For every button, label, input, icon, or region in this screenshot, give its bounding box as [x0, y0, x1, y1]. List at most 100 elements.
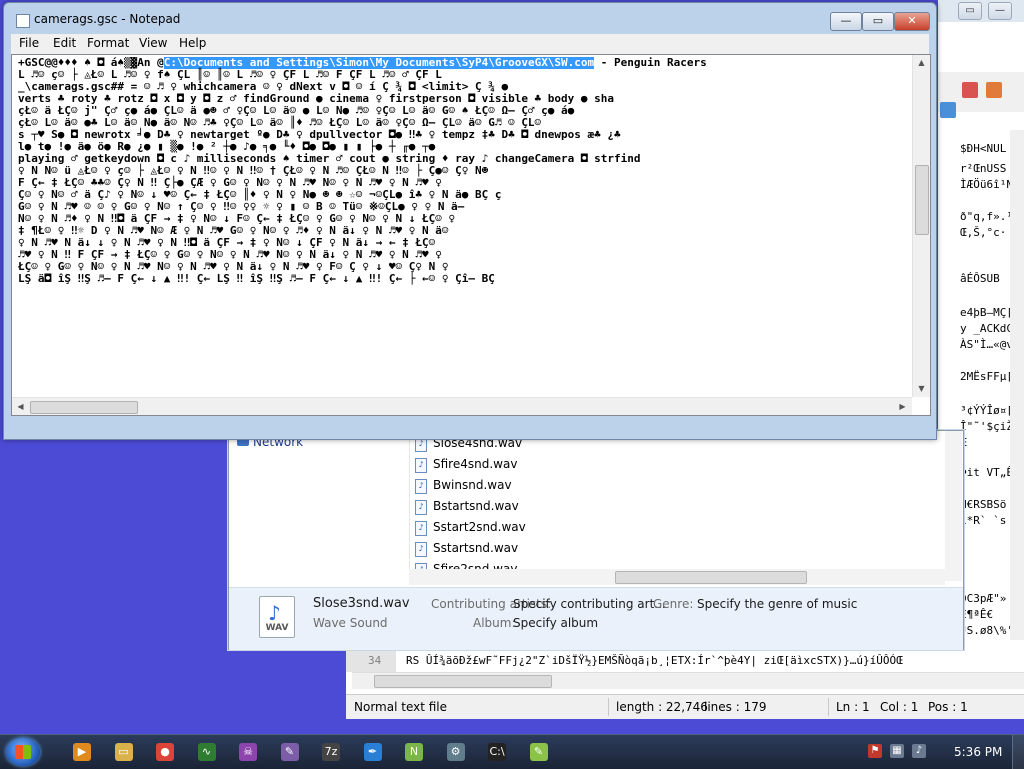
notepad-2-icon: ✎ [529, 743, 548, 761]
maximize-button[interactable]: ▭ [862, 12, 894, 31]
file-item[interactable]: ♪ Bwinsnd.wav [411, 476, 711, 496]
code-line: $ÐH<NUL [960, 142, 1007, 155]
scroll-left-arrow-icon[interactable]: ◀ [12, 399, 29, 414]
volume-icon[interactable]: ♪ [912, 744, 926, 758]
taskbar-system-monitor-button[interactable]: ∿ [187, 738, 227, 766]
start-button[interactable] [6, 738, 40, 766]
taskbar-inkscape-button[interactable]: ✒ [353, 738, 393, 766]
vertical-scrollbar[interactable]: ▲ ▼ [912, 55, 930, 397]
text-lines: L ♬☺ ç☺ ├ ◬Ł☺ L ♬☺ ♀ f♠ ÇL ║☺ ║☺ L ♬☺ ♀ … [18, 69, 910, 285]
file-name: Sstart2snd.wav [433, 520, 526, 534]
menu-help[interactable]: Help [179, 36, 206, 50]
menu-file[interactable]: File [19, 36, 39, 50]
hscroll-thumb[interactable] [374, 675, 552, 688]
taskbar-explorer-button[interactable]: ▭ [104, 738, 144, 766]
status-lines: lines : 179 [704, 700, 767, 714]
code-line: r²ŒnUSS [960, 162, 1007, 175]
file-item[interactable]: ♪ Bstartsnd.wav [411, 497, 711, 517]
audio-file-icon: ♪ [415, 542, 427, 557]
close-icon: ✕ [907, 14, 917, 27]
file-item[interactable]: ♪ Sstart2snd.wav [411, 518, 711, 538]
code-line: e4þB–MÇ[ [960, 306, 1013, 319]
details-artists-field[interactable]: Specify contributing art... [513, 597, 666, 611]
code-line: âÉÔSUB [960, 272, 1000, 285]
minimize-icon[interactable]: — [988, 2, 1012, 20]
file-list: ♪ Slose4snd.wav ♪ Sfire4snd.wav ♪ Bwinsnd.wav… [411, 431, 931, 578]
code-line: Î"˜'$çiŽ [960, 420, 1013, 433]
code-line-text: RS ÛÍ¾äõÐž£wF˜FFj¿2"Z`iDšÏŸ½}EMŠÑòqã¡b¸¦… [406, 654, 903, 667]
taskbar-game-button[interactable]: ☠ [228, 738, 268, 766]
explorer-icon: ▭ [114, 743, 133, 761]
menu-edit[interactable]: Edit [53, 36, 76, 50]
details-album-label: Album: [473, 616, 516, 630]
notepadpp-titlebar: ▭ — [938, 0, 1024, 22]
editor-text[interactable]: +GSC@@♦♦♦ ♠ ◘ á♠▒▓An @C:\Documents and S… [18, 57, 910, 287]
maximize-icon[interactable]: ▭ [958, 2, 982, 20]
code-line: Œ,Š,°c· [960, 226, 1007, 239]
details-filename: Slose3snd.wav [313, 596, 410, 611]
notepadpp-hscrollbar[interactable] [352, 672, 1024, 689]
file-list-hscrollbar[interactable] [409, 569, 945, 585]
taskbar-settings-button[interactable]: ⚙ [436, 738, 476, 766]
taskbar-cmd-button[interactable]: C:\ [477, 738, 517, 766]
scroll-right-arrow-icon[interactable]: ▶ [894, 399, 911, 414]
taskbar-notepad-2-button[interactable]: ✎ [519, 738, 559, 766]
minimize-button[interactable]: — [830, 12, 862, 31]
code-line: DC3pÆ"» [960, 592, 1007, 605]
file-list-vscrollbar[interactable] [945, 431, 962, 581]
audio-file-icon: ♪ [415, 521, 427, 536]
code-line: H€RSBSö [960, 498, 1007, 511]
notepadpp-statusbar: Normal text file length : 22,746 lines :… [346, 694, 1024, 719]
scroll-up-arrow-icon[interactable]: ▲ [913, 55, 930, 70]
scroll-down-arrow-icon[interactable]: ▼ [913, 381, 930, 396]
settings-icon: ⚙ [446, 743, 465, 761]
taskbar-7zip-button[interactable]: 7z [311, 738, 351, 766]
horizontal-scrollbar[interactable]: ◀ ▶ [12, 397, 912, 415]
notepadpp-toolbar [938, 72, 1024, 118]
audio-file-icon: ♪ [415, 500, 427, 515]
file-name: Bwinsnd.wav [433, 478, 512, 492]
toolbar-icon[interactable] [940, 102, 956, 118]
code-line: ï*R` `s [960, 514, 1007, 527]
wav-file-icon: ♪ WAV [259, 596, 295, 638]
music-note-icon: ♪ [268, 601, 281, 625]
file-item[interactable]: ♪ Sfire4snd.wav [411, 455, 711, 475]
taskbar-chrome-button[interactable]: ● [145, 738, 185, 766]
file-item[interactable]: ♪ Sstartsnd.wav [411, 539, 711, 559]
details-genre-field[interactable]: Specify the genre of music [697, 597, 857, 611]
details-album-field[interactable]: Specify album [513, 616, 598, 630]
notepadpp-code-line[interactable]: RS ÛÍ¾äõÐž£wF˜FFj¿2"Z`iDšÏŸ½}EMŠÑòqã¡b¸¦… [370, 648, 1020, 672]
menu-bar: File Edit Format View Help [11, 34, 929, 54]
code-line: y _ACKdC [960, 322, 1013, 335]
network-icon[interactable]: ▦ [890, 744, 904, 758]
code-line: ð"q,f».¹ [960, 210, 1013, 223]
vscroll-thumb[interactable] [915, 165, 929, 235]
media-player-icon: ▶ [73, 743, 91, 761]
toolbar-icon[interactable] [986, 82, 1002, 98]
code-line: ÌÆÖü6î¹N [960, 178, 1013, 191]
menu-view[interactable]: View [139, 36, 167, 50]
taskbar-notepad++-button[interactable]: N [394, 738, 434, 766]
show-desktop-button[interactable] [1012, 735, 1024, 769]
hscroll-thumb[interactable] [30, 401, 138, 414]
action-center-icon[interactable]: ⚑ [868, 744, 882, 758]
taskbar-notepad-button[interactable]: ✎ [270, 738, 310, 766]
text-editor[interactable]: +GSC@@♦♦♦ ♠ ◘ á♠▒▓An @C:\Documents and S… [11, 54, 931, 416]
system-monitor-icon: ∿ [197, 743, 216, 761]
close-button[interactable]: ✕ [894, 12, 930, 31]
audio-file-icon: ♪ [415, 479, 427, 494]
taskbar-media-player-button[interactable]: ▶ [62, 738, 102, 766]
menu-format[interactable]: Format [87, 36, 129, 50]
details-genre-label: Genre: [653, 597, 694, 611]
clock[interactable]: 5:36 PM [954, 745, 1002, 759]
notepadpp-vscrollbar[interactable] [1010, 130, 1024, 640]
toolbar-icon[interactable] [962, 82, 978, 98]
notepad-app-icon[interactable] [16, 14, 30, 28]
window-title: camerags.gsc - Notepad [34, 12, 181, 26]
text-line: LŞ ä◘ îŞ ‼Ş ♬– F Ç← ↓ ▲ ‼! Ç← LŞ ‼ îŞ ‼Ş… [18, 272, 495, 285]
status-filetype: Normal text file [354, 700, 448, 714]
code-line: E¶ªÊ€ [960, 608, 994, 621]
7zip-icon: 7z [322, 743, 340, 761]
status-length: length : 22,746 [616, 700, 708, 714]
hscroll-thumb[interactable] [615, 571, 807, 584]
